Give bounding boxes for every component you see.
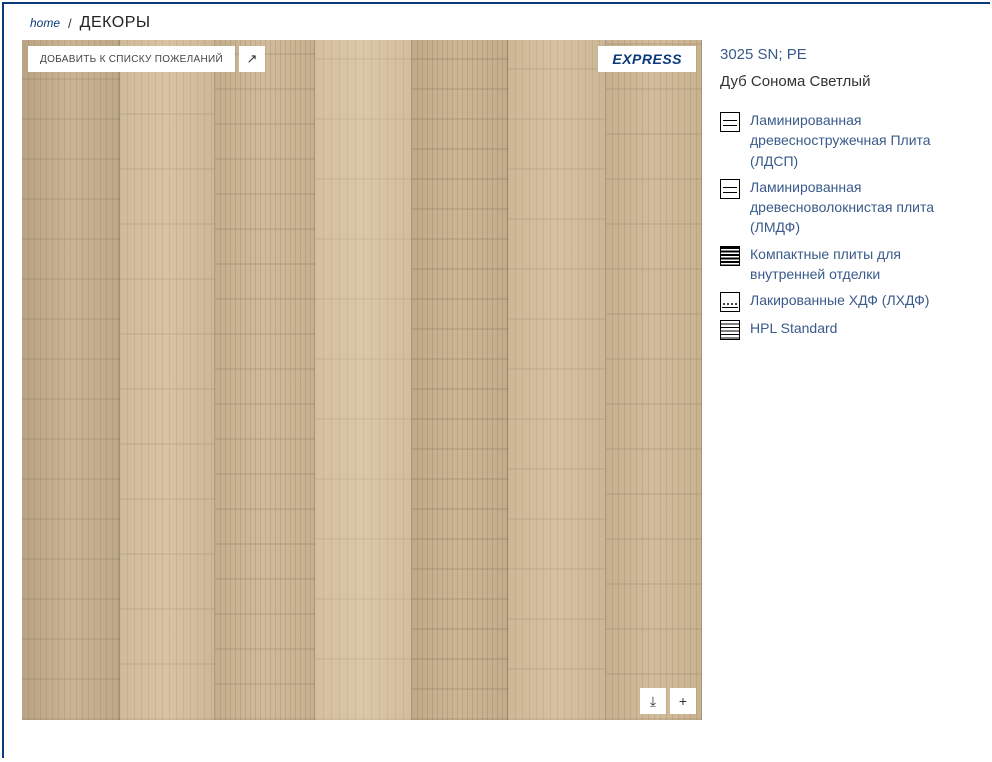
wood-plank — [606, 40, 702, 720]
product-sidebar: 3025 SN; PE Дуб Сонома Светлый Ламиниров… — [720, 40, 956, 720]
material-icon — [720, 292, 740, 312]
material-label: HPL Standard — [750, 318, 837, 338]
material-item[interactable]: HPL Standard — [720, 318, 956, 340]
wishlist-open-arrow-button[interactable]: ↗ — [239, 46, 265, 72]
material-label: Лакированные ХДФ (ЛХДФ) — [750, 290, 929, 310]
breadcrumb: home / ДЕКОРЫ — [22, 4, 972, 40]
material-list: Ламинированная древесностружечная Плита … — [720, 110, 956, 340]
plus-icon: + — [679, 693, 687, 709]
material-label: Ламинированная древесностружечная Плита … — [750, 110, 956, 171]
download-button[interactable]: ⤓ — [640, 688, 666, 714]
product-sku: 3025 SN; PE — [720, 46, 956, 63]
wishlist-bar: ДОБАВИТЬ К СПИСКУ ПОЖЕЛАНИЙ ↗ — [28, 46, 265, 72]
wood-plank — [22, 40, 120, 720]
material-item[interactable]: Ламинированная древесностружечная Плита … — [720, 110, 956, 171]
material-label: Ламинированная древесноволокнистая плита… — [750, 177, 956, 238]
material-item[interactable]: Компактные плиты для внутренней отделки — [720, 244, 956, 285]
wood-texture — [22, 40, 702, 720]
image-controls: ⤓ + — [640, 688, 696, 714]
product-image: ДОБАВИТЬ К СПИСКУ ПОЖЕЛАНИЙ ↗ EXPRESS ⤓ … — [22, 40, 702, 720]
wood-plank — [508, 40, 606, 720]
material-icon — [720, 179, 740, 199]
express-badge: EXPRESS — [598, 46, 696, 72]
zoom-expand-button[interactable]: + — [670, 688, 696, 714]
arrow-up-right-icon: ↗ — [247, 51, 258, 67]
material-icon — [720, 112, 740, 132]
material-label: Компактные плиты для внутренней отделки — [750, 244, 956, 285]
material-icon — [720, 320, 740, 340]
breadcrumb-home-link[interactable]: home — [30, 16, 60, 30]
material-item[interactable]: Ламинированная древесноволокнистая плита… — [720, 177, 956, 238]
product-name: Дуб Сонома Светлый — [720, 73, 956, 90]
add-to-wishlist-button[interactable]: ДОБАВИТЬ К СПИСКУ ПОЖЕЛАНИЙ — [28, 46, 235, 72]
wood-plank — [215, 40, 315, 720]
material-item[interactable]: Лакированные ХДФ (ЛХДФ) — [720, 290, 956, 312]
breadcrumb-current: ДЕКОРЫ — [80, 14, 151, 32]
page-frame: home / ДЕКОРЫ ДОБАВИТЬ К СПИСКУ ПОЖЕЛАНИ… — [2, 2, 990, 758]
breadcrumb-separator: / — [68, 16, 72, 31]
wood-plank — [412, 40, 508, 720]
express-badge-label: EXPRESS — [612, 51, 682, 67]
material-icon — [720, 246, 740, 266]
wood-plank — [120, 40, 215, 720]
wood-plank — [315, 40, 412, 720]
download-icon: ⤓ — [650, 693, 656, 710]
content-row: ДОБАВИТЬ К СПИСКУ ПОЖЕЛАНИЙ ↗ EXPRESS ⤓ … — [22, 40, 972, 720]
